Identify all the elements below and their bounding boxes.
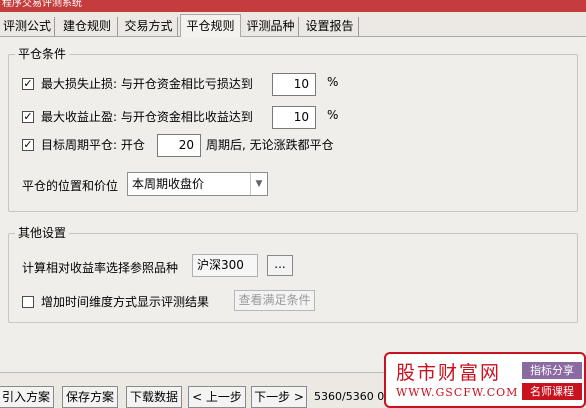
window-title-bar: 程序交易评测系统 <box>0 0 586 12</box>
reference-label: 计算相对收益率选择参照品种 <box>22 261 179 275</box>
tab-instruments[interactable]: 评测品种 <box>243 17 299 37</box>
other-settings-group: 其他设置 计算相对收益率选择参照品种 沪深300 ... 增加时间维度方式显示评… <box>8 225 578 323</box>
stop-loss-input[interactable]: 10 <box>272 73 316 96</box>
watermark-title: 股市财富网 <box>396 362 502 384</box>
stop-loss-label: 最大损失止损: 与开仓资金相比亏损达到 <box>41 77 253 91</box>
take-profit-input[interactable]: 10 <box>272 106 316 129</box>
close-conditions-legend: 平仓条件 <box>15 46 70 62</box>
tab-formula[interactable]: 评测公式 <box>0 17 55 37</box>
tab-report-settings[interactable]: 设置报告 <box>301 17 359 37</box>
download-data-button[interactable]: 下载数据 <box>126 386 182 408</box>
tab-strip: 评测公式 建仓规则 交易方式 平仓规则 评测品种 设置报告 <box>0 13 586 38</box>
period-close-input[interactable]: 20 <box>157 134 201 157</box>
close-price-selected: 本周期收盘价 <box>132 177 205 191</box>
take-profit-checkbox[interactable]: ✓ <box>22 111 34 123</box>
watermark-tag-courses: 名师课程 <box>522 383 582 400</box>
progress-status: 5360/5360 0 <box>314 390 385 403</box>
view-matches-button[interactable]: 查看满足条件 <box>234 290 315 311</box>
stop-loss-checkbox[interactable]: ✓ <box>22 78 34 90</box>
window-title: 程序交易评测系统 <box>2 0 82 9</box>
take-profit-label: 最大收益止盈: 与开仓资金相比收益达到 <box>41 110 253 124</box>
close-conditions-group: 平仓条件 ✓ 最大损失止损: 与开仓资金相比亏损达到 10 % ✓ 最大收益止盈… <box>8 46 578 212</box>
tab-open-rules[interactable]: 建仓规则 <box>57 17 118 37</box>
watermark-tag-indicators: 指标分享 <box>522 362 582 379</box>
take-profit-unit: % <box>327 108 339 122</box>
watermark-url: WWW.GSCFW.COM <box>396 386 519 399</box>
tab-close-rules[interactable]: 平仓规则 <box>180 14 241 38</box>
close-price-label: 平仓的位置和价位 <box>22 179 119 193</box>
import-plan-button[interactable]: 引入方案 <box>0 386 54 408</box>
time-dim-label: 增加时间维度方式显示评测结果 <box>41 295 210 309</box>
reference-browse-button[interactable]: ... <box>267 255 293 276</box>
period-close-suffix: 周期后, 无论涨跌都平仓 <box>206 138 334 152</box>
prev-step-button[interactable]: < 上一步 <box>188 386 246 408</box>
next-step-button[interactable]: 下一步 > <box>251 386 307 408</box>
stop-loss-unit: % <box>327 75 339 89</box>
time-dim-checkbox[interactable] <box>22 296 34 308</box>
watermark-logo: 股市财富网 WWW.GSCFW.COM 指标分享 名师课程 <box>384 352 586 408</box>
other-settings-legend: 其他设置 <box>15 225 70 241</box>
save-plan-button[interactable]: 保存方案 <box>62 386 118 408</box>
tab-trade-mode[interactable]: 交易方式 <box>120 17 178 37</box>
close-rules-panel: 平仓条件 ✓ 最大损失止损: 与开仓资金相比亏损达到 10 % ✓ 最大收益止盈… <box>0 37 586 373</box>
period-close-checkbox[interactable]: ✓ <box>22 139 34 151</box>
reference-field[interactable]: 沪深300 <box>192 254 258 277</box>
chevron-down-icon[interactable]: ▼ <box>250 173 267 195</box>
close-price-select[interactable]: 本周期收盘价 ▼ <box>127 172 268 196</box>
period-close-label: 目标周期平仓: 开仓 <box>41 138 145 152</box>
